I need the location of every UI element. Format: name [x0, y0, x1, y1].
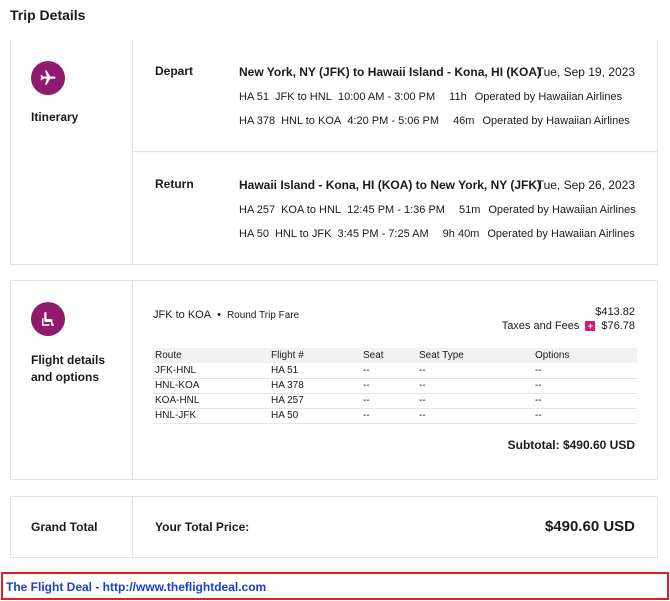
column-header: Seat — [361, 348, 417, 363]
segment-times: 10:00 AM - 3:00 PM — [337, 91, 436, 103]
table-cell: -- — [533, 363, 637, 379]
table-cell: HA 51 — [269, 363, 361, 379]
segment-times: 3:45 PM - 7:25 AM — [337, 228, 429, 240]
table-row: KOA-HNL HA 257 -- -- -- — [153, 393, 637, 409]
itinerary-card: Itinerary Depart New York, NY (JFK) to H… — [10, 40, 658, 265]
footer-banner: The Flight Deal - http://www.theflightde… — [1, 572, 669, 600]
taxes-fees: Taxes and Fees + $76.78 — [502, 320, 635, 332]
table-row: JFK-HNL HA 51 -- -- -- — [153, 363, 637, 379]
segment-airports: HNL to KOA — [281, 115, 342, 127]
segment-operator: Operated by Hawaiian Airlines — [487, 228, 635, 240]
segment-duration: 9h 40m — [442, 228, 480, 240]
table-row: HNL-KOA HA 378 -- -- -- — [153, 378, 637, 394]
table-cell: HA 50 — [269, 408, 361, 424]
segment-flight: HA 51 — [239, 91, 269, 103]
total-price: $490.60 USD — [544, 518, 635, 535]
your-total-label: Your Total Price: — [155, 520, 250, 534]
flight-details-card: Flight details and options JFK to KOA • Ro… — [10, 280, 658, 480]
segment-airports: JFK to HNL — [274, 91, 332, 103]
fare-line: JFK to KOA • Round Trip Fare — [153, 309, 299, 321]
details-label-line1: Flight details — [31, 353, 106, 367]
table-cell: HA 257 — [269, 393, 361, 409]
segment-duration: 51m — [458, 204, 481, 216]
segment-times: 4:20 PM - 5:06 PM — [347, 115, 440, 127]
taxes-label: Taxes and Fees — [501, 320, 580, 332]
total-content: Your Total Price: $490.60 USD — [133, 497, 657, 557]
segment-duration: 11h — [449, 91, 467, 103]
fare-bullet: • — [217, 309, 221, 321]
table-cell: KOA-HNL — [153, 393, 269, 409]
leg-divider — [133, 151, 657, 152]
flight-segment: HA 50 HNL to JFK 3:45 PM - 7:25 AM 9h 40m O… — [239, 228, 635, 240]
table-cell: -- — [361, 408, 417, 424]
table-cell: -- — [361, 378, 417, 394]
table-cell: -- — [361, 363, 417, 379]
leg-route: New York, NY (JFK) to Hawaii Island - Ko… — [239, 65, 542, 79]
leg-date: Tue, Sep 26, 2023 — [536, 178, 635, 192]
leg-label: Depart — [155, 64, 194, 78]
segment-operator: Operated by Hawaiian Airlines — [482, 115, 630, 127]
segment-times: 12:45 PM - 1:36 PM — [347, 204, 445, 216]
details-content: JFK to KOA • Round Trip Fare $413.82 Taxes… — [133, 281, 657, 479]
table-header-row: Route Flight # Seat Seat Type Options — [153, 348, 637, 363]
grand-total-label: Grand Total — [31, 520, 98, 534]
itinerary-legs: Depart New York, NY (JFK) to Hawaii Isla… — [133, 40, 657, 264]
segment-airports: HNL to JFK — [274, 228, 332, 240]
table-cell: -- — [533, 378, 637, 394]
table-cell: -- — [533, 393, 637, 409]
segment-operator: Operated by Hawaiian Airlines — [488, 204, 636, 216]
table-cell: -- — [417, 393, 533, 409]
flight-segment: HA 51 JFK to HNL 10:00 AM - 3:00 PM 11h Ope… — [239, 91, 622, 103]
itinerary-left-panel: Itinerary — [11, 40, 133, 264]
subtotal: Subtotal: $490.60 USD — [507, 438, 635, 452]
segment-operator: Operated by Hawaiian Airlines — [474, 91, 623, 103]
column-header: Route — [153, 348, 269, 363]
segment-flight: HA 257 — [239, 204, 276, 216]
fare-type: Round Trip Fare — [226, 310, 300, 321]
segment-flight: HA 378 — [239, 115, 276, 127]
leg-date: Tue, Sep 19, 2023 — [536, 65, 635, 79]
fare-route: JFK to KOA — [153, 309, 212, 321]
flight-segment: HA 378 HNL to KOA 4:20 PM - 5:06 PM 46m Ope… — [239, 115, 630, 127]
segment-flight: HA 50 — [239, 228, 269, 240]
column-header: Flight # — [269, 348, 361, 363]
base-price: $413.82 — [595, 306, 635, 318]
column-header: Seat Type — [417, 348, 533, 363]
details-label: Flight details and options — [31, 352, 105, 386]
expand-taxes-button[interactable]: + — [585, 321, 596, 331]
column-header: Options — [533, 348, 637, 363]
table-row: HNL-JFK HA 50 -- -- -- — [153, 408, 637, 424]
leg-label: Return — [155, 177, 194, 191]
table-cell: HNL-KOA — [153, 378, 269, 394]
flight-segment: HA 257 KOA to HNL 12:45 PM - 1:36 PM 51m Op… — [239, 204, 636, 216]
footer-link[interactable]: The Flight Deal - http://www.theflightde… — [6, 580, 266, 594]
taxes-value: $76.78 — [601, 320, 635, 332]
airplane-icon — [31, 61, 65, 95]
table-cell: JFK-HNL — [153, 363, 269, 379]
table-cell: -- — [417, 363, 533, 379]
table-cell: HA 378 — [269, 378, 361, 394]
details-left-panel: Flight details and options — [11, 281, 133, 479]
grand-total-card: Grand Total Your Total Price: $490.60 US… — [10, 496, 658, 558]
table-cell: -- — [533, 408, 637, 424]
total-left-panel: Grand Total — [11, 497, 133, 557]
table-cell: HNL-JFK — [153, 408, 269, 424]
table-cell: -- — [417, 408, 533, 424]
routes-table: Route Flight # Seat Seat Type Options JF… — [153, 348, 637, 424]
details-label-line2: and options — [31, 370, 99, 384]
segment-airports: KOA to HNL — [281, 204, 342, 216]
page-title: Trip Details — [10, 7, 86, 23]
itinerary-label: Itinerary — [31, 110, 79, 124]
table-cell: -- — [361, 393, 417, 409]
segment-duration: 46m — [453, 115, 475, 127]
seat-icon — [31, 302, 65, 336]
table-cell: -- — [417, 378, 533, 394]
leg-route: Hawaii Island - Kona, HI (KOA) to New Yo… — [239, 178, 542, 192]
